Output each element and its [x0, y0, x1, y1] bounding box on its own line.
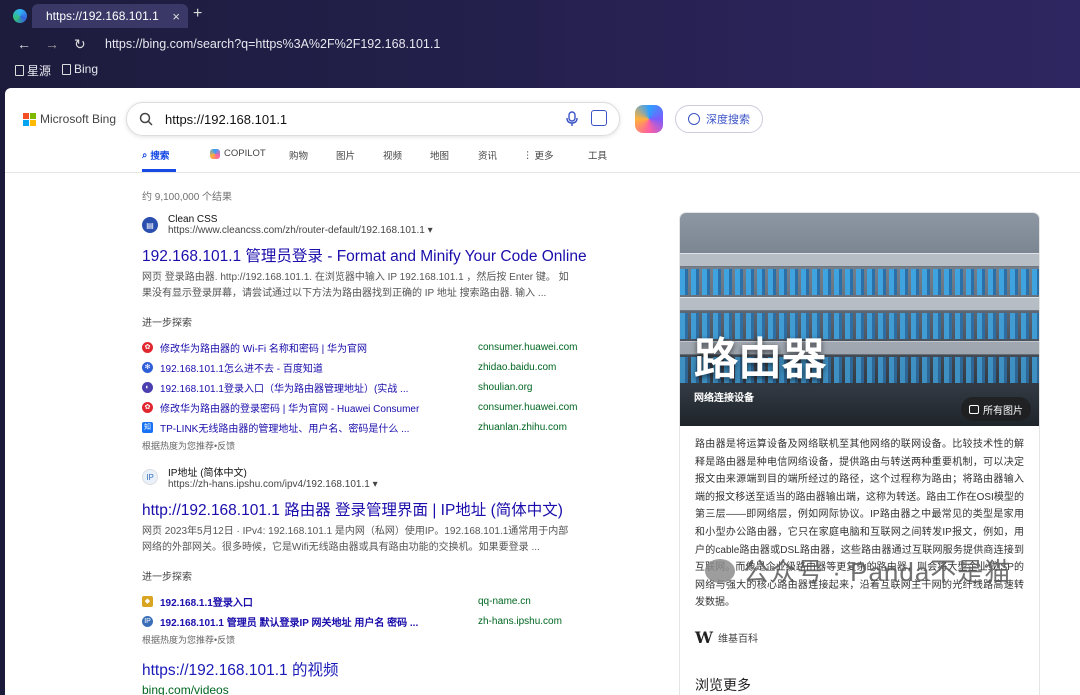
related-links: ◆ 192.168.1.1登录入口 qq-name.cn IP 192.168.101… [142, 591, 602, 631]
bookmark-xingyuan[interactable]: 星源 [15, 62, 51, 79]
panel-description: 路由器是将运算设备及网络联机至其他网络的联网设备。比较技术性的解释是路由器是种电… [695, 439, 1024, 609]
new-tab-button[interactable]: + [193, 5, 202, 23]
huawei-icon: ✿ [142, 341, 153, 353]
rack-unit [680, 253, 1039, 267]
related-link[interactable]: ✿ 修改华为路由器的 Wi-Fi 名称和密码 | 华为官网 consumer.hua… [142, 337, 602, 357]
close-tab-icon[interactable]: × [172, 9, 180, 24]
deep-search-icon [688, 113, 700, 125]
result-count: 约 9,100,000 个结果 [142, 192, 233, 203]
bing-logo[interactable]: Microsoft Bing [23, 112, 116, 126]
copilot-icon[interactable] [635, 105, 663, 133]
ipshu-favicon-icon: IP [142, 469, 158, 485]
browse-more-heading: 浏览更多 [695, 677, 751, 693]
panel-subtitle: 网络连接设备 [694, 393, 754, 404]
search-result: IP IP地址 (简体中文) https://zh-hans.ipshu.com/… [142, 464, 602, 646]
result-url: https://www.cleancss.com/zh/router-defau… [168, 225, 433, 236]
microphone-icon[interactable] [565, 111, 579, 127]
rack-unit [680, 297, 1039, 311]
router-image[interactable]: 路由器 网络连接设备 所有图片 [680, 213, 1039, 426]
related-link[interactable]: ✻ 192.168.101.1怎么进不去 - 百度知道 zhidao.baidu.c… [142, 357, 602, 377]
related-links: ✿ 修改华为路由器的 Wi-Fi 名称和密码 | 华为官网 consumer.hua… [142, 337, 602, 437]
wechat-icon [705, 558, 735, 583]
watermark: 公众号 · Panda不是猫 [705, 552, 1011, 589]
video-result: https://192.168.101.1 的视频 bing.com/video… [142, 658, 602, 695]
microsoft-logo-icon [23, 112, 36, 126]
result-title[interactable]: http://192.168.101.1 路由器 登录管理界面 | IP地址 (… [142, 498, 602, 520]
search-input[interactable] [165, 111, 545, 127]
page-icon [15, 65, 24, 76]
tab-videos[interactable]: 视频 [383, 148, 402, 162]
explore-more-label: 进一步探索 [142, 572, 192, 583]
forward-button[interactable]: → [45, 36, 59, 52]
related-link[interactable]: ✿ 修改华为路由器的登录密码 | 华为官网 - Huawei Consumer co… [142, 397, 602, 417]
knowledge-panel: 路由器 网络连接设备 所有图片 路由器是将运算设备及网络联机至其他网络的联网设备… [680, 213, 1039, 695]
result-source[interactable]: IP IP地址 (简体中文) https://zh-hans.ipshu.com/… [142, 464, 602, 490]
search-result: ▤ Clean CSS https://www.cleancss.com/zh/r… [142, 214, 602, 452]
cleancss-favicon-icon: ▤ [142, 217, 158, 233]
qqname-icon: ◆ [142, 595, 153, 607]
ipshu-icon: IP [142, 615, 153, 627]
baidu-icon: ✻ [142, 361, 153, 373]
tab-more[interactable]: ⋮ 更多 [523, 148, 554, 163]
reload-button[interactable]: ↻ [74, 36, 86, 53]
tab-search[interactable]: ⌕ 搜索 [142, 148, 169, 163]
related-link[interactable]: ◆ 192.168.1.1登录入口 qq-name.cn [142, 591, 602, 611]
tab-news[interactable]: 资讯 [478, 148, 497, 162]
result-url: https://zh-hans.ipshu.com/ipv4/192.168.1… [168, 479, 378, 490]
related-link[interactable]: IP 192.168.101.1 管理员 默认登录IP 网关地址 用户名 密码 .… [142, 611, 602, 631]
bing-page: Microsoft Bing 深度搜索 ⌕搜索 COPILOT 购物 图片 视频… [5, 88, 1080, 695]
search-box[interactable] [126, 102, 620, 136]
browser-chrome: https://192.168.101.1 × + ← → ↻ https://… [0, 0, 1080, 88]
wikipedia-source[interactable]: W 维基百科 [695, 628, 758, 647]
cable-bundle [680, 269, 1039, 295]
edge-icon [13, 9, 27, 23]
tab-images[interactable]: 图片 [336, 148, 355, 162]
page-icon [62, 63, 71, 75]
result-snippet: 网页 2023年5月12日 · IPv4: 192.168.101.1 是内网（… [142, 526, 569, 553]
result-source[interactable]: ▤ Clean CSS https://www.cleancss.com/zh/r… [142, 214, 602, 236]
shoulian-icon: ◐ [142, 381, 153, 393]
tab-copilot[interactable]: COPILOT [210, 148, 266, 159]
explore-more-label: 进一步探索 [142, 318, 192, 329]
images-icon [969, 404, 979, 414]
feedback-link[interactable]: 根据热度为您推荐•反馈 [142, 633, 602, 646]
tab-title: https://192.168.101.1 [46, 9, 159, 23]
video-result-title[interactable]: https://192.168.101.1 的视频 [142, 658, 602, 680]
tab-maps[interactable]: 地图 [430, 148, 449, 162]
related-link[interactable]: ◐ 192.168.101.1登录入口（华为路由器管理地址）(实战 ... shou… [142, 377, 602, 397]
bookmark-bing[interactable]: Bing [62, 62, 98, 76]
video-result-url: bing.com/videos [142, 683, 229, 695]
back-button[interactable]: ← [17, 36, 31, 52]
visual-search-icon[interactable] [591, 110, 607, 126]
address-bar[interactable]: https://bing.com/search?q=https%3A%2F%2F… [105, 37, 440, 51]
tab-shopping[interactable]: 购物 [289, 148, 308, 162]
all-images-button[interactable]: 所有图片 [961, 397, 1031, 421]
panel-title: 路由器 [694, 334, 826, 385]
header-divider [5, 172, 1080, 173]
huawei-icon: ✿ [142, 401, 153, 413]
zhihu-icon: 知 [142, 421, 153, 433]
result-snippet: 网页 登录路由器. http://192.168.101.1. 在浏览器中输入 … [142, 272, 569, 299]
browser-tab[interactable]: https://192.168.101.1 × [32, 4, 188, 28]
deep-search-button[interactable]: 深度搜索 [675, 105, 763, 133]
result-title[interactable]: 192.168.101.1 管理员登录 - Format and Minify … [142, 244, 602, 266]
wikipedia-icon: W [695, 628, 713, 647]
feedback-link[interactable]: 根据热度为您推荐•反馈 [142, 439, 602, 452]
tab-tools[interactable]: 工具 [588, 148, 607, 162]
related-link[interactable]: 知 TP-LINK无线路由器的管理地址、用户名、密码是什么 ... zhuanlan… [142, 417, 602, 437]
search-icon [139, 112, 153, 126]
